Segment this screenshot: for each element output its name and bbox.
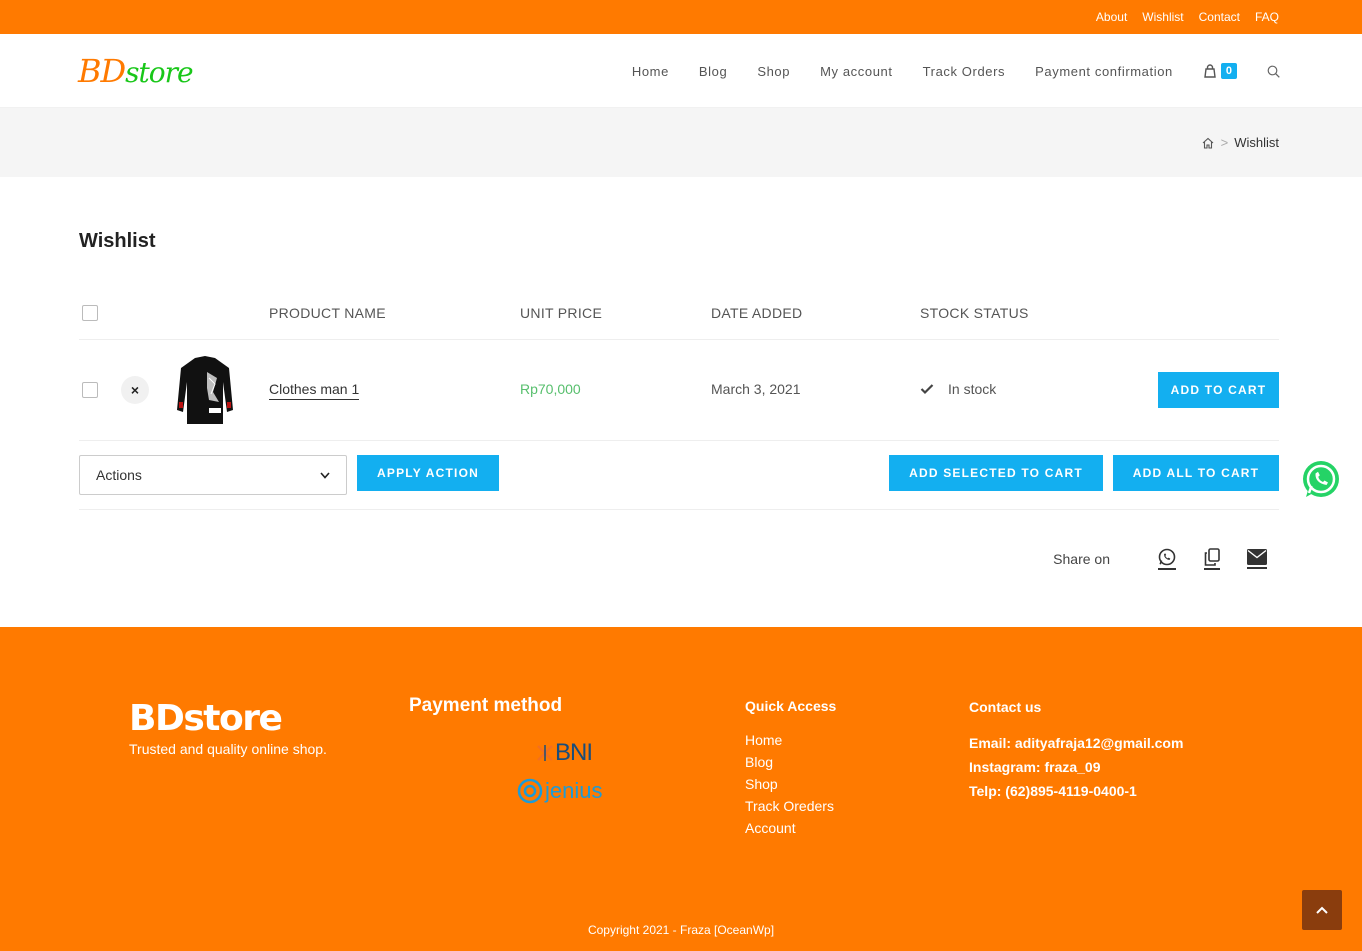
col-date-added: DATE ADDED <box>711 305 803 321</box>
top-link-wishlist[interactable]: Wishlist <box>1142 10 1183 24</box>
quick-access-title: Quick Access <box>745 698 837 714</box>
check-icon <box>920 384 934 395</box>
share-email-button[interactable] <box>1234 549 1279 569</box>
cart-count-badge: 0 <box>1220 63 1237 79</box>
site-logo[interactable]: BDstore <box>78 52 194 90</box>
mail-icon <box>1246 549 1267 565</box>
footer-brand-col: BDstore Trusted and quality online shop. <box>129 699 327 758</box>
footer-contact-col: Contact us Email: adityafraja12@gmail.co… <box>969 695 1183 803</box>
nav-blog[interactable]: Blog <box>699 64 727 79</box>
footer-logo[interactable]: BDstore <box>129 699 327 739</box>
top-link-contact[interactable]: Contact <box>1199 10 1240 24</box>
main-nav: Home Blog Shop My account Track Orders P… <box>602 34 1280 108</box>
cart-icon <box>1204 64 1216 78</box>
table-row: × Clothes man 1 Rp70,000 March 3, 2021 I… <box>79 340 1279 441</box>
breadcrumb-separator: > <box>1220 135 1229 150</box>
wishlist-actions-bar: Actions APPLY ACTION ADD SELECTED TO CAR… <box>79 441 1279 510</box>
share-section: Share on <box>1053 548 1279 570</box>
jenius-mark-icon <box>517 778 543 804</box>
logo-part-store: store <box>125 56 193 89</box>
date-added: March 3, 2021 <box>711 381 801 397</box>
top-bar: About Wishlist Contact FAQ <box>0 0 1362 34</box>
add-to-cart-button[interactable]: ADD TO CART <box>1158 372 1279 408</box>
chevron-up-icon <box>1316 906 1328 914</box>
nav-home[interactable]: Home <box>632 64 669 79</box>
nav-my-account[interactable]: My account <box>820 64 892 79</box>
top-link-faq[interactable]: FAQ <box>1255 10 1279 24</box>
search-button[interactable] <box>1267 65 1280 78</box>
home-icon[interactable] <box>1201 136 1215 150</box>
top-link-about[interactable]: About <box>1096 10 1127 24</box>
whatsapp-float-button[interactable] <box>1298 457 1344 503</box>
copy-icon <box>1204 548 1220 566</box>
page-header: > Wishlist <box>0 108 1362 177</box>
top-nav: About Wishlist Contact FAQ <box>1096 0 1279 34</box>
share-copy-button[interactable] <box>1189 548 1234 570</box>
select-all-checkbox[interactable] <box>82 305 98 321</box>
scroll-to-top-button[interactable] <box>1302 890 1342 930</box>
share-whatsapp-button[interactable] <box>1144 548 1189 570</box>
apply-action-button[interactable]: APPLY ACTION <box>357 455 499 491</box>
col-product-name: PRODUCT NAME <box>269 305 386 321</box>
wishlist-content: Wishlist PRODUCT NAME UNIT PRICE DATE AD… <box>79 230 1279 570</box>
stock-status-text: In stock <box>948 381 997 397</box>
footer-link-shop[interactable]: Shop <box>745 773 836 795</box>
jenius-text: jenius <box>545 778 603 803</box>
wishlist-table-header: PRODUCT NAME UNIT PRICE DATE ADDED STOCK… <box>79 290 1279 340</box>
bni-text: BNI <box>555 739 593 766</box>
actions-select[interactable]: Actions <box>79 455 347 495</box>
payment-method-title: Payment method <box>409 695 563 716</box>
nav-payment-confirmation[interactable]: Payment confirmation <box>1035 64 1173 79</box>
contact-email: Email: adityafraja12@gmail.com <box>969 735 1184 751</box>
bni-logo: BNI <box>535 739 593 767</box>
footer-link-blog[interactable]: Blog <box>745 751 836 773</box>
share-label: Share on <box>1053 551 1110 567</box>
footer-link-track-orders[interactable]: Track Oreders <box>745 795 836 817</box>
footer-link-home[interactable]: Home <box>745 729 836 751</box>
row-checkbox[interactable] <box>82 382 98 398</box>
footer-tagline: Trusted and quality online shop. <box>129 741 327 757</box>
product-name-link[interactable]: Clothes man 1 <box>269 381 360 400</box>
stock-status: In stock <box>920 381 996 397</box>
col-unit-price: UNIT PRICE <box>520 305 603 321</box>
breadcrumb: > Wishlist <box>1201 135 1279 150</box>
site-header: BDstore Home Blog Shop My account Track … <box>0 34 1362 108</box>
footer-payment-col: Payment method BNI jenius <box>409 695 669 835</box>
bni-mark-icon <box>537 745 553 761</box>
footer-quick-access-col: Quick Access Home Blog Shop Track Oreder… <box>745 695 836 839</box>
add-all-to-cart-button[interactable]: ADD ALL TO CART <box>1113 455 1279 491</box>
site-footer: BDstore Trusted and quality online shop.… <box>0 627 1362 951</box>
contact-us-title: Contact us <box>969 699 1042 715</box>
remove-item-button[interactable]: × <box>121 376 149 404</box>
whatsapp-icon <box>1158 548 1175 566</box>
nav-track-orders[interactable]: Track Orders <box>923 64 1006 79</box>
copyright-text: Copyright 2021 - Fraza [OceanWp] <box>587 923 775 937</box>
footer-link-account[interactable]: Account <box>745 817 836 839</box>
contact-phone: Telp: (62)895-4119-0400-1 <box>969 783 1137 799</box>
page-title: Wishlist <box>79 230 156 252</box>
breadcrumb-current: Wishlist <box>1234 135 1279 150</box>
actions-select-value: Actions <box>96 467 142 483</box>
contact-instagram: Instagram: fraza_09 <box>969 759 1101 775</box>
cart-button[interactable]: 0 <box>1203 63 1237 79</box>
add-selected-to-cart-button[interactable]: ADD SELECTED TO CART <box>889 455 1103 491</box>
col-stock-status: STOCK STATUS <box>920 305 1029 321</box>
search-icon <box>1267 65 1280 78</box>
chevron-down-icon <box>320 471 330 479</box>
jenius-logo: jenius <box>517 778 602 804</box>
product-price: Rp70,000 <box>520 381 581 397</box>
logo-part-bd: BD <box>78 52 126 90</box>
whatsapp-icon <box>1303 461 1339 497</box>
product-thumbnail[interactable] <box>173 352 237 428</box>
nav-shop[interactable]: Shop <box>757 64 790 79</box>
